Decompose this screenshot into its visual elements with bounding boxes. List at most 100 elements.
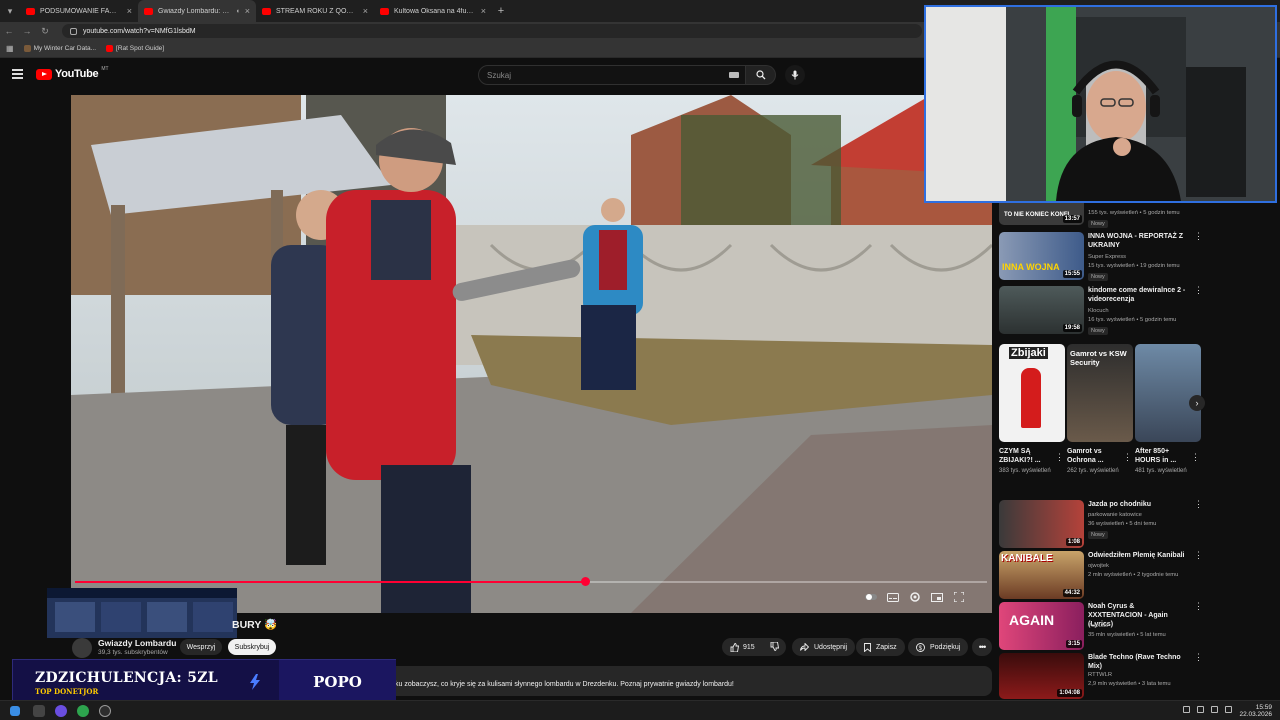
video-duration: 13:57 bbox=[1062, 215, 1082, 223]
thumbs-down-icon bbox=[770, 641, 779, 651]
chrome-icon[interactable] bbox=[77, 705, 89, 717]
forward-icon[interactable]: → bbox=[18, 26, 36, 36]
clock-time: 15:59 bbox=[1255, 704, 1272, 711]
recommended-video[interactable]: AGAIN 3:15 Noah Cyrus & XXXTENTACION - A… bbox=[999, 602, 1204, 650]
browser-tab[interactable]: Kultowa Oksana na 4fun.tv - dy… × bbox=[374, 0, 492, 22]
like-button[interactable]: 915 bbox=[730, 642, 755, 652]
support-button[interactable]: Wesprzyj bbox=[180, 639, 222, 655]
channel-name[interactable]: Klocuch bbox=[1088, 308, 1109, 314]
reload-icon[interactable]: ↻ bbox=[36, 26, 54, 37]
close-tab-icon[interactable]: × bbox=[481, 6, 486, 16]
recommended-video[interactable]: TO NIE KONIEC KONFL 13:57 155 tys. wyświ… bbox=[999, 203, 1204, 229]
short-thumbnail: Zbijaki bbox=[999, 344, 1065, 442]
bookmark-icon bbox=[864, 642, 871, 652]
taskbar-clock[interactable]: 15:59 22.03.2026 bbox=[1239, 704, 1272, 718]
tray-chevron-icon[interactable] bbox=[1183, 706, 1190, 713]
search-input[interactable]: Szukaj bbox=[478, 65, 746, 85]
bookmark-label: My Winter Car Data... bbox=[33, 45, 97, 52]
browser-tab[interactable]: STREAM ROKU Z QOQSIK | WS… × bbox=[256, 0, 374, 22]
shorts-next-button[interactable]: › bbox=[1189, 395, 1205, 411]
video-thumbnail: AGAIN 3:15 bbox=[999, 602, 1084, 650]
channel-name[interactable]: ojwojtek bbox=[1088, 563, 1109, 569]
video-meta: 36 wyświetleń • 5 dni temu bbox=[1088, 521, 1157, 527]
video-title: kindome come dewiralnce 2 - videorecenzj… bbox=[1088, 287, 1186, 303]
more-vertical-icon[interactable]: ⋮ bbox=[1194, 286, 1203, 295]
menu-icon[interactable] bbox=[12, 69, 23, 79]
recommended-video[interactable]: KANIBALE 44:32 Odwiedziłem Plemię Kaniba… bbox=[999, 551, 1204, 599]
speaker-icon[interactable]: ◖ bbox=[236, 8, 240, 15]
channel-avatar[interactable] bbox=[72, 638, 92, 658]
keyboard-icon[interactable] bbox=[729, 72, 739, 78]
bookmark[interactable]: [Rat Spot Guide] bbox=[106, 45, 164, 52]
url-field[interactable]: youtube.com/watch?v=NMfG1lsbdM bbox=[62, 24, 922, 38]
apps-grid-icon[interactable]: ▦ bbox=[6, 44, 14, 53]
search-button[interactable] bbox=[746, 65, 776, 85]
close-tab-icon[interactable]: × bbox=[127, 6, 132, 16]
thanks-button[interactable]: $ Podziękuj bbox=[908, 638, 969, 656]
short-views: 383 tys. wyświetleń bbox=[999, 468, 1051, 474]
youtube-logo[interactable]: YouTube MT bbox=[36, 66, 109, 80]
share-button[interactable]: Udostępnij bbox=[792, 638, 856, 656]
video-duration: 1:04:08 bbox=[1057, 689, 1082, 697]
site-info-icon[interactable] bbox=[70, 27, 77, 35]
recommended-video[interactable]: 1:04:08 Blade Techno (Rave Techno Mix) R… bbox=[999, 653, 1204, 699]
discord-icon[interactable] bbox=[55, 705, 67, 717]
network-icon[interactable] bbox=[1197, 706, 1204, 713]
recommended-video[interactable]: 19:58 kindome come dewiralnce 2 - videor… bbox=[999, 286, 1204, 338]
short-card[interactable]: After 850+ HOURS in ... 481 tys. wyświet… bbox=[1135, 344, 1201, 476]
autoplay-toggle-icon[interactable] bbox=[864, 590, 878, 604]
video-meta: 35 mln wyświetleń • 5 lat temu bbox=[1088, 632, 1166, 638]
thanks-dollar-icon: $ bbox=[916, 642, 925, 652]
browser-tab-active[interactable]: Gwiazdy Lombardu: Grany… ◖ × bbox=[138, 0, 256, 22]
bookmark[interactable]: My Winter Car Data... bbox=[23, 45, 97, 52]
save-button[interactable]: Zapisz bbox=[856, 638, 905, 656]
more-actions-button[interactable]: ••• bbox=[972, 638, 992, 656]
short-title: Gamrot vs Ochrona ... bbox=[1067, 448, 1104, 464]
channel-name[interactable]: RTTWLR bbox=[1088, 672, 1112, 678]
miniplayer-icon[interactable] bbox=[930, 590, 944, 604]
more-vertical-icon[interactable]: ⋮ bbox=[1191, 452, 1200, 463]
channel-name[interactable]: Gwiazdy Lombardu bbox=[98, 638, 176, 648]
recommended-video[interactable]: 1:08 Jazda po chodniku parkowanie katowi… bbox=[999, 500, 1204, 548]
windows-start-icon[interactable] bbox=[10, 706, 20, 716]
video-duration: 1:08 bbox=[1065, 538, 1082, 546]
volume-icon[interactable] bbox=[1211, 706, 1218, 713]
fullscreen-icon[interactable] bbox=[952, 590, 966, 604]
short-card[interactable]: Zbijaki CZYM SĄ ZBIJAKI?! ... 383 tys. w… bbox=[999, 344, 1065, 476]
channel-name[interactable]: parkowanie katowice bbox=[1088, 512, 1142, 518]
video-player[interactable] bbox=[71, 95, 992, 613]
browser-tab[interactable]: PODSUMOWANIE FAME 30 (D… × bbox=[20, 0, 138, 22]
video-progress-fill bbox=[75, 581, 586, 583]
more-vertical-icon[interactable]: ⋮ bbox=[1194, 551, 1203, 560]
dislike-button[interactable] bbox=[770, 641, 779, 653]
taskbar-app-icon[interactable] bbox=[99, 705, 111, 717]
search-icon bbox=[755, 70, 765, 80]
tab-title: PODSUMOWANIE FAME 30 (D… bbox=[40, 7, 122, 15]
more-vertical-icon[interactable]: ⋮ bbox=[1194, 602, 1203, 611]
channel-name[interactable]: 7clouds bbox=[1088, 623, 1108, 629]
short-card[interactable]: Gamrot vs KSW Security Gamrot vs Ochrona… bbox=[1067, 344, 1133, 476]
new-tab-button[interactable]: + bbox=[492, 5, 510, 17]
more-vertical-icon[interactable]: ⋮ bbox=[1055, 452, 1064, 463]
recommended-video[interactable]: INNA WOJNA 15:55 INNA WOJNA - REPORTAŻ Z… bbox=[999, 232, 1204, 284]
more-vertical-icon[interactable]: ⋮ bbox=[1194, 653, 1203, 662]
settings-gear-icon[interactable] bbox=[908, 590, 922, 604]
subtitles-icon[interactable] bbox=[886, 590, 900, 604]
windows-taskbar: 15:59 22.03.2026 bbox=[0, 700, 1280, 720]
channel-name[interactable]: Super Express bbox=[1088, 254, 1126, 260]
webcam-overlay bbox=[924, 5, 1277, 203]
tab-search-icon[interactable]: ▾ bbox=[0, 0, 20, 22]
subscriber-count: 39,3 tys. subskrybentów bbox=[98, 649, 168, 656]
microphone-button[interactable] bbox=[785, 65, 805, 85]
tab-title: Gwiazdy Lombardu: Grany… bbox=[158, 7, 231, 15]
battery-icon[interactable] bbox=[1225, 706, 1232, 713]
more-vertical-icon[interactable]: ⋮ bbox=[1194, 232, 1203, 241]
close-tab-icon[interactable]: × bbox=[245, 6, 250, 16]
search-placeholder: Szukaj bbox=[487, 70, 512, 80]
more-vertical-icon[interactable]: ⋮ bbox=[1123, 452, 1132, 463]
close-tab-icon[interactable]: × bbox=[363, 6, 368, 16]
taskbar-app-icon[interactable] bbox=[33, 705, 45, 717]
subscribe-button[interactable]: Subskrybuj bbox=[228, 639, 276, 655]
more-vertical-icon[interactable]: ⋮ bbox=[1194, 500, 1203, 509]
back-icon[interactable]: ← bbox=[0, 26, 18, 36]
